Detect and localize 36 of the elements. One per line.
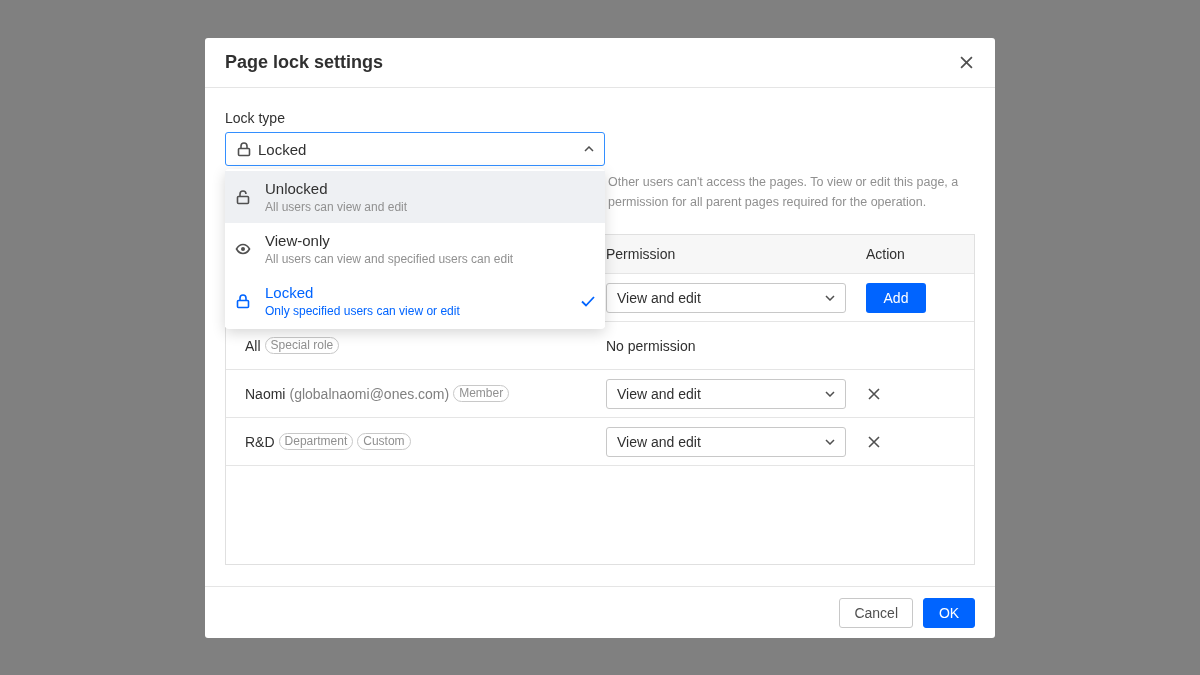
description-text: permission for all parent pages required for the operation. [608,195,928,209]
eye-icon [235,241,251,257]
field-label: Lock type [225,110,286,126]
check-icon [581,295,595,307]
dropdown-option[interactable]: Unlocked All users can view and edit [225,171,605,223]
cancel-button[interactable]: Cancel [839,597,913,628]
remove-button[interactable] [866,435,880,448]
dropdown-option[interactable]: View-only All users can view and specified users can edit [225,223,605,275]
caret-down-icon [825,438,835,445]
permission-select[interactable]: View and edit [606,378,846,409]
dropdown-option[interactable]: Locked Only specified users can view or edit [225,275,605,327]
lock-icon [236,141,252,157]
member-name: R&D [245,433,275,450]
close-icon [868,435,880,448]
unlocked-lock-icon [235,189,251,205]
lock-type-select[interactable]: Locked [225,132,605,166]
permission-text: No permission [606,337,697,354]
caret-down-icon [825,294,835,301]
member-name: Naomi [245,385,286,402]
ok-button[interactable]: OK [923,597,975,628]
close-icon [960,56,973,69]
description-text: Other users can't access the pages. To view or edit this page, a [608,175,960,189]
close-button[interactable] [958,54,975,71]
column-header: Permission [606,246,676,262]
add-button[interactable]: Add [866,282,926,313]
lock-icon [235,293,251,309]
member-name: All [245,337,261,354]
member-email: (globalnaomi@ones.com) [289,385,450,402]
permission-select[interactable]: View and edit [606,282,846,313]
remove-button[interactable] [866,387,880,400]
permission-select[interactable]: View and edit [606,426,846,457]
caret-up-icon [584,146,594,152]
column-header: Action [866,246,905,262]
close-icon [868,387,880,400]
dialog-title: Page lock settings [225,52,384,73]
caret-down-icon [825,390,835,397]
